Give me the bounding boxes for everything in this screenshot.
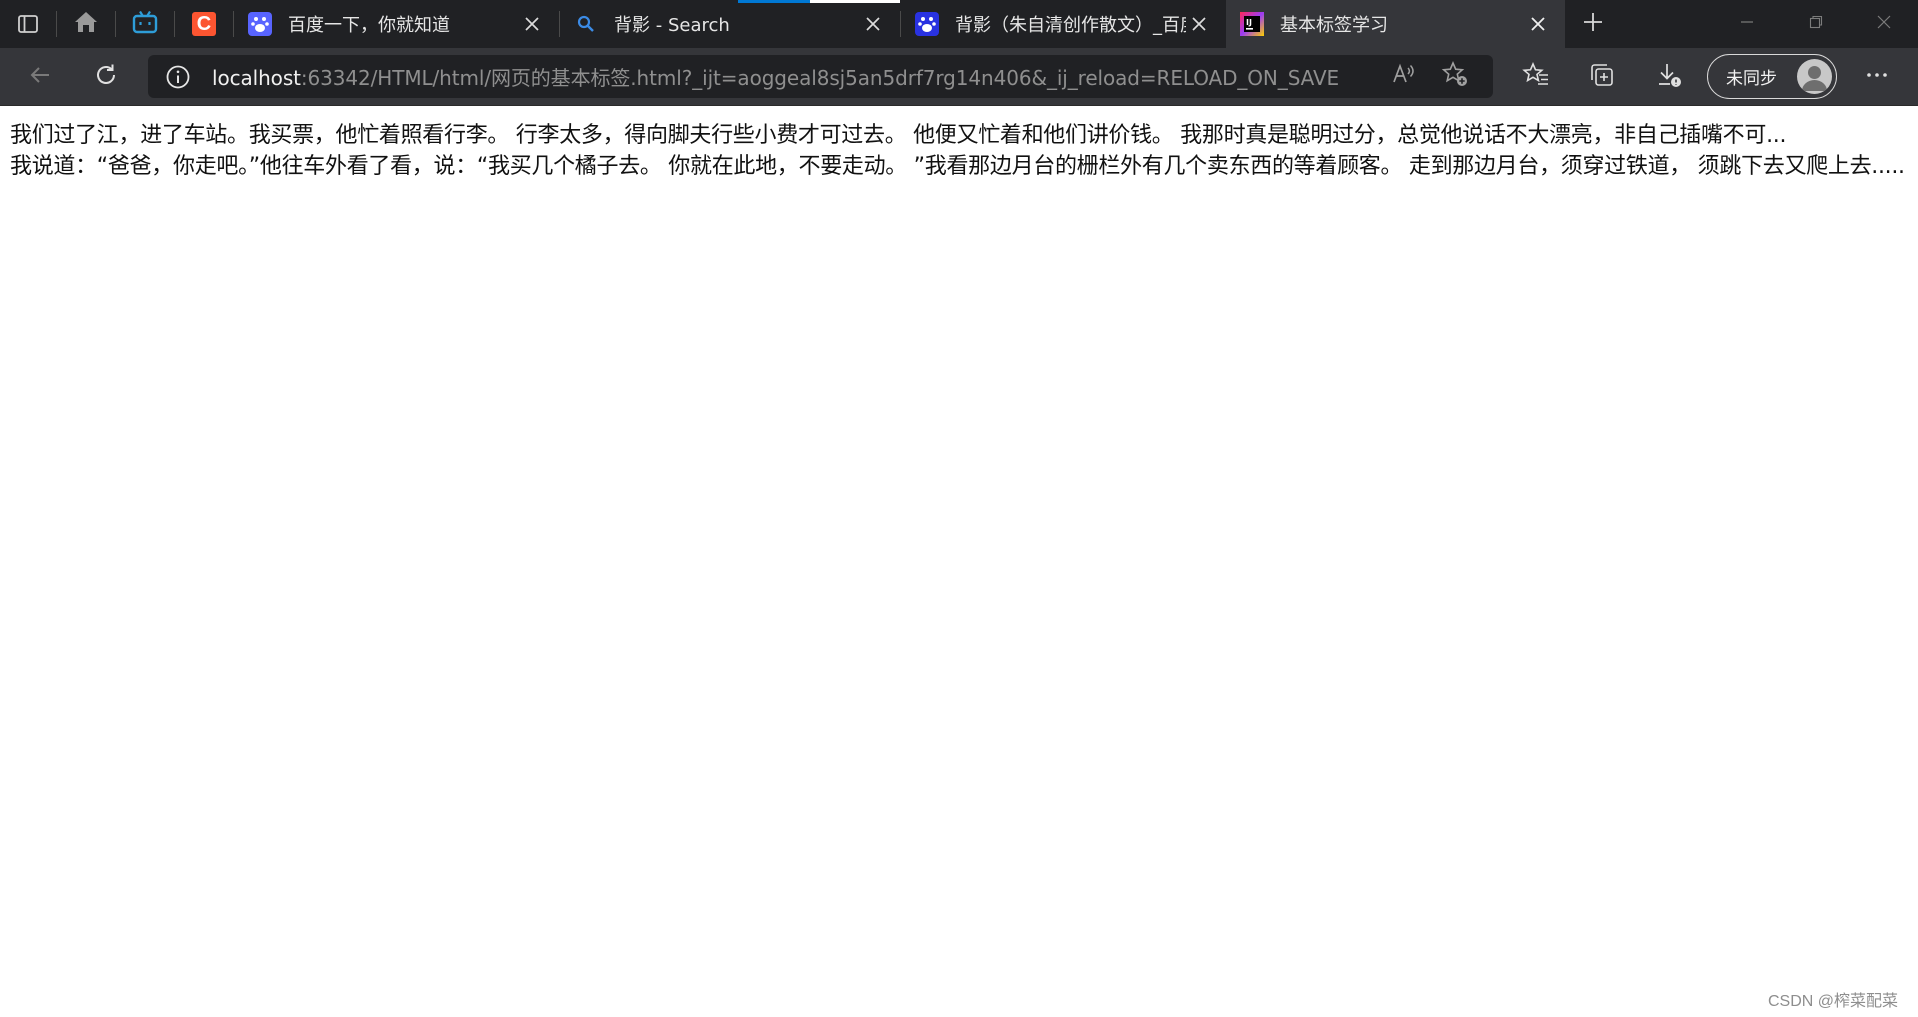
collections-button[interactable] [1582, 57, 1622, 97]
close-icon[interactable] [519, 11, 545, 37]
svg-text:IJ: IJ [1246, 18, 1252, 27]
arrow-left-icon [28, 63, 52, 91]
minimize-icon [1739, 14, 1755, 34]
more-dots-icon [1864, 62, 1890, 92]
tab-title: 基本标签学习 [1280, 15, 1388, 36]
collections-icon [1588, 61, 1616, 93]
settings-more-button[interactable] [1857, 57, 1897, 97]
read-aloud-button[interactable] [1383, 56, 1423, 96]
page-content: 我们过了江，进了车站。我买票，他忙着照看行李。 行李太多，得向脚夫行些小费才可过… [10, 120, 1908, 182]
pinned-tab-home[interactable] [57, 0, 115, 48]
baidu-paw-icon [915, 12, 939, 36]
favorites-button[interactable] [1516, 57, 1556, 97]
restore-button[interactable] [1781, 0, 1850, 48]
plus-icon [1582, 11, 1604, 37]
tab-title: 背影（朱自清创作散文）_百度 [955, 15, 1186, 36]
tab-title: 百度一下，你就知道 [288, 15, 450, 36]
restore-icon [1808, 14, 1824, 34]
tab-title: 背影 - Search [614, 15, 730, 36]
profile-button[interactable]: 未同步 [1707, 54, 1837, 99]
star-add-icon [1441, 60, 1469, 92]
read-aloud-icon [1390, 61, 1416, 91]
jetbrains-icon: IJ [1240, 12, 1264, 36]
tab-search[interactable]: 背影 - Search [560, 0, 900, 48]
baidu-paw-icon [248, 12, 272, 36]
profile-sync-label: 未同步 [1726, 69, 1777, 89]
url-path: :63342/HTML/html/网页的基本标签.html?_ijt=aogge… [300, 66, 1340, 90]
address-bar[interactable]: localhost:63342/HTML/html/网页的基本标签.html?_… [148, 55, 1493, 98]
csdn-watermark: CSDN @榨菜配菜 [1767, 993, 1898, 1010]
tab-strip: C 百度一下，你就知道 背影 - Search 背影（朱自清创作散文）_百度 I… [0, 0, 1918, 48]
avatar [1797, 59, 1832, 94]
close-icon[interactable] [1186, 11, 1212, 37]
bilibili-icon [132, 10, 158, 38]
search-icon [574, 12, 598, 36]
tab-loading-indicator [810, 0, 900, 3]
download-icon [1655, 61, 1683, 93]
home-icon [73, 10, 99, 38]
pinned-tab-bilibili[interactable] [116, 0, 174, 48]
paragraph-second: 我说道：“爸爸，你走吧。”他往车外看了看，说：“我买几个橘子去。 你就在此地，不… [10, 154, 1905, 179]
tab-baike-beiying[interactable]: 背影（朱自清创作散文）_百度 [901, 0, 1226, 48]
url-host: localhost [212, 66, 301, 90]
tab-loading-indicator [738, 0, 810, 3]
reload-button[interactable] [86, 57, 126, 97]
tab-actions-icon[interactable] [0, 0, 56, 48]
pinned-tab-csdn[interactable]: C [175, 0, 233, 48]
info-icon[interactable] [154, 55, 202, 98]
refresh-icon [93, 62, 119, 92]
close-icon[interactable] [1525, 11, 1551, 37]
url-text[interactable]: localhost:63342/HTML/html/网页的基本标签.html?_… [212, 62, 1339, 91]
close-icon [1876, 14, 1892, 34]
add-favorite-button[interactable] [1435, 56, 1475, 96]
back-button[interactable] [20, 57, 60, 97]
favorites-icon [1522, 61, 1550, 93]
close-window-button[interactable] [1849, 0, 1918, 48]
paragraph-first: 我们过了江，进了车站。我买票，他忙着照看行李。 行李太多，得向脚夫行些小费才可过… [10, 123, 1787, 148]
close-icon[interactable] [860, 11, 886, 37]
downloads-button[interactable] [1649, 57, 1689, 97]
tab-baidu-home[interactable]: 百度一下，你就知道 [234, 0, 559, 48]
browser-toolbar: localhost:63342/HTML/html/网页的基本标签.html?_… [0, 48, 1918, 106]
csdn-c-icon: C [192, 12, 216, 36]
tab-basic-tags[interactable]: IJ 基本标签学习 [1226, 0, 1565, 48]
minimize-button[interactable] [1712, 0, 1781, 48]
new-tab-button[interactable] [1565, 0, 1621, 48]
